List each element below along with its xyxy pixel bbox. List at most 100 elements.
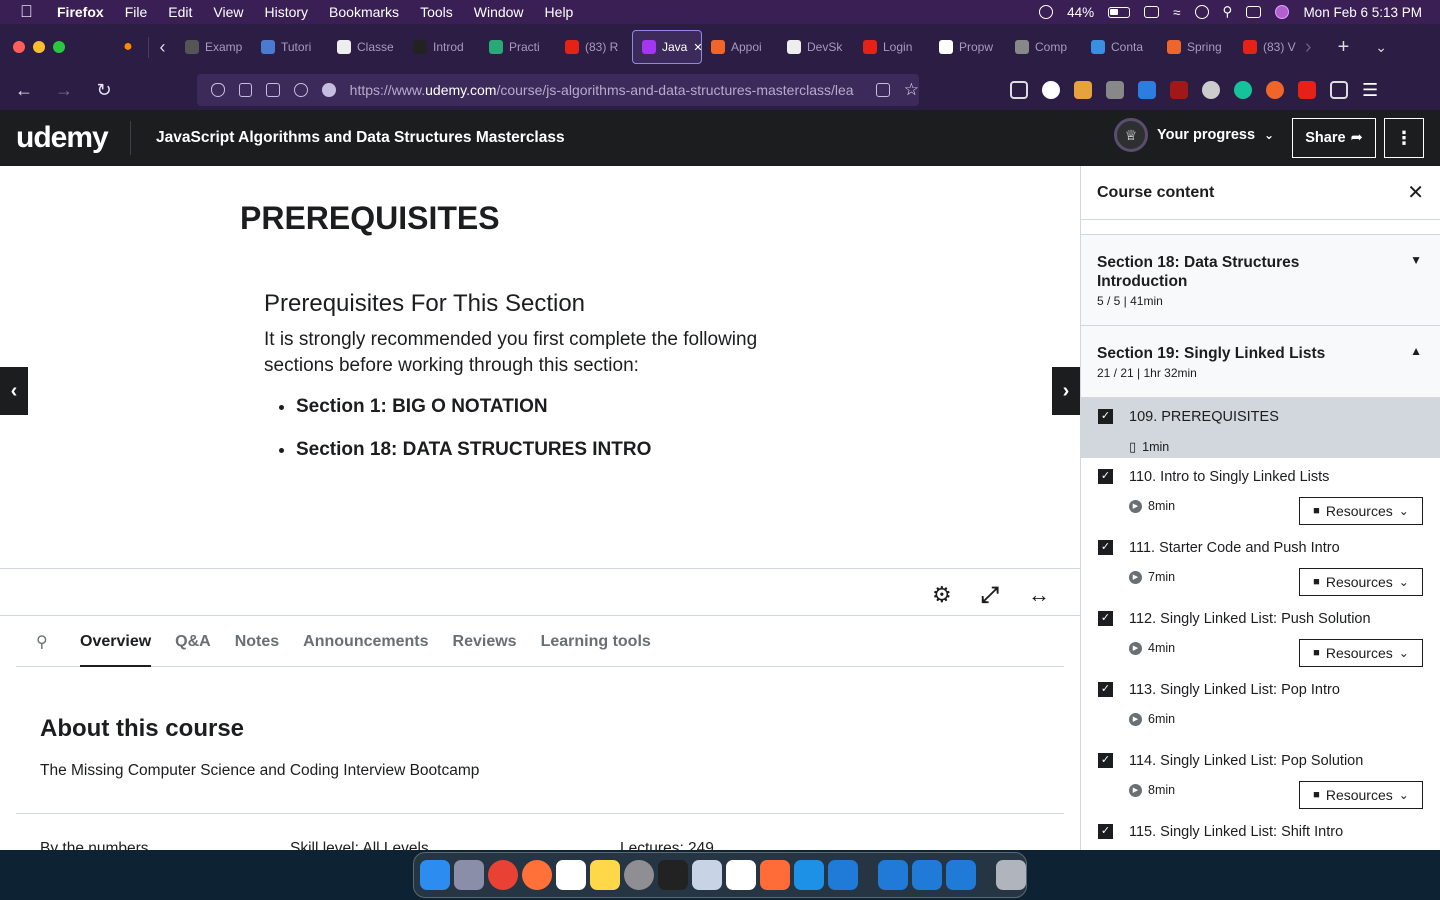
calendar-icon[interactable] (556, 860, 586, 890)
search-icon[interactable]: ⚲ (16, 632, 56, 652)
close-icon[interactable]: ✕ (1407, 180, 1424, 205)
pocket-icon[interactable] (1010, 81, 1028, 99)
tab-overview[interactable]: Overview (80, 617, 152, 667)
menu-clock[interactable]: Mon Feb 6 5:13 PM (1303, 5, 1422, 20)
tab-scroll-left-icon[interactable]: ‹ (148, 36, 176, 58)
notes-icon[interactable] (590, 860, 620, 890)
vscode-icon[interactable] (828, 860, 858, 890)
tab-announcements[interactable]: Announcements (303, 617, 428, 667)
lecture-item[interactable]: ✓ 114. Singly Linked List: Pop Solution ▶ 8… (1081, 742, 1440, 813)
browser-tab[interactable]: Propw (930, 30, 1006, 64)
menu-app-name[interactable]: Firefox (57, 4, 104, 20)
menu-history[interactable]: History (264, 4, 308, 20)
completed-checkbox[interactable]: ✓ (1098, 824, 1113, 839)
browser-tab[interactable]: Appoi (702, 30, 778, 64)
menu-edit[interactable]: Edit (168, 4, 192, 20)
list-all-tabs-icon[interactable]: ⌄ (1375, 39, 1387, 56)
siri-icon[interactable] (1275, 5, 1290, 19)
settings-gear-icon[interactable]: ⚙ (932, 582, 952, 608)
browser-tab[interactable]: (83) R (556, 30, 632, 64)
close-tab-icon[interactable]: ✕ (693, 41, 701, 54)
extension-ublock-icon[interactable] (1170, 81, 1188, 99)
back-icon[interactable]: ← (4, 80, 44, 101)
tab-active[interactable]: Java ✕ (632, 30, 702, 64)
minimize-window-button[interactable] (33, 41, 45, 53)
browser-tab[interactable]: Login (854, 30, 930, 64)
menu-file[interactable]: File (125, 4, 148, 20)
mongodb-icon[interactable] (726, 860, 756, 890)
extension-bulb-icon[interactable] (1202, 81, 1220, 99)
forward-icon[interactable]: → (44, 80, 84, 101)
system-settings-icon[interactable] (624, 860, 654, 890)
expand-width-icon[interactable]: ↔ (1028, 582, 1050, 608)
browser-tab[interactable]: Practi (480, 30, 556, 64)
extension-2-icon[interactable] (1138, 81, 1156, 99)
vscode-window-icon[interactable] (946, 860, 976, 890)
lecture-item[interactable]: ✓ 111. Starter Code and Push Intro ▶ 7min ■ R… (1081, 529, 1440, 600)
url-text[interactable]: https://www.udemy.com/course/js-algorith… (350, 82, 868, 98)
extension-e-icon[interactable] (1042, 81, 1060, 99)
resources-dropdown[interactable]: ■ Resources ⌄ (1299, 497, 1423, 525)
menu-window[interactable]: Window (474, 4, 524, 20)
browser-tab[interactable]: (83) V (1234, 30, 1310, 64)
reload-icon[interactable]: ↻ (84, 80, 124, 101)
completed-checkbox[interactable]: ✓ (1098, 409, 1113, 424)
tab-scroll-right-icon[interactable]: › (1305, 36, 1312, 59)
display-icon[interactable] (1144, 6, 1160, 18)
completed-checkbox[interactable]: ✓ (1098, 469, 1113, 484)
address-bar[interactable]: https://www.udemy.com/course/js-algorith… (197, 74, 919, 106)
zoom-window-button[interactable] (53, 41, 65, 53)
completed-checkbox[interactable]: ✓ (1098, 611, 1113, 626)
hamburger-menu-icon[interactable]: ☰ (1362, 80, 1378, 101)
menu-tools[interactable]: Tools (420, 4, 453, 20)
finder-icon[interactable] (420, 860, 450, 890)
apple-icon[interactable]:  (20, 2, 36, 22)
reader-view-icon[interactable] (876, 83, 890, 97)
vscode-window-icon[interactable] (912, 860, 942, 890)
user-icon[interactable] (1194, 5, 1209, 19)
next-lecture-button[interactable]: › (1052, 367, 1080, 415)
firefox-view-icon[interactable]: ● (108, 38, 148, 56)
browser-tab[interactable]: Examp (176, 30, 252, 64)
link-icon[interactable] (321, 83, 336, 97)
browser-tab[interactable]: Spring (1158, 30, 1234, 64)
menu-view[interactable]: View (213, 4, 243, 20)
resources-dropdown[interactable]: ■ Resources ⌄ (1299, 568, 1423, 596)
extension-red-icon[interactable] (1298, 81, 1316, 99)
menu-bookmarks[interactable]: Bookmarks (329, 4, 399, 20)
section-header[interactable]: Section 18: Data Structures Introduction… (1081, 234, 1440, 326)
browser-tab[interactable]: Tutori (252, 30, 328, 64)
menu-help[interactable]: Help (545, 4, 574, 20)
battery-icon[interactable] (1108, 6, 1131, 18)
lecture-item[interactable]: ✓ 113. Singly Linked List: Pop Intro ▶ 6min (1081, 671, 1440, 742)
grammarly-icon[interactable] (1234, 81, 1252, 99)
more-options-button[interactable]: ⋮ (1384, 118, 1424, 158)
completed-checkbox[interactable]: ✓ (1098, 540, 1113, 555)
chrome-icon[interactable] (488, 860, 518, 890)
previous-lecture-button[interactable]: ‹ (0, 367, 28, 415)
vscode-window-icon[interactable] (878, 860, 908, 890)
browser-tab[interactable]: Introd (404, 30, 480, 64)
play-status-icon[interactable] (1039, 5, 1054, 19)
lecture-item[interactable]: ✓ 110. Intro to Singly Linked Lists ▶ 8min ■… (1081, 458, 1440, 529)
trash-icon[interactable] (996, 860, 1026, 890)
lecture-item[interactable]: ✓ 112. Singly Linked List: Push Solution ▶… (1081, 600, 1440, 671)
udemy-logo[interactable]: udemy (0, 121, 131, 155)
lecture-item[interactable]: ✓ 109. PREREQUISITES ▯ 1min (1081, 398, 1440, 458)
camera-blocked-icon[interactable] (294, 83, 308, 97)
tab-learning-tools[interactable]: Learning tools (541, 617, 651, 667)
control-center-icon[interactable] (1246, 6, 1262, 18)
browser-tab[interactable]: DevSk (778, 30, 854, 64)
firefox-icon[interactable] (522, 860, 552, 890)
tab-qa[interactable]: Q&A (175, 617, 211, 667)
fullscreen-icon[interactable]: ⤢ (981, 582, 999, 608)
permissions-icon[interactable] (266, 83, 281, 97)
postman-icon[interactable] (760, 860, 790, 890)
lock-icon[interactable] (238, 83, 253, 97)
progress-button[interactable]: ♕ Your progress ⌄ (1114, 118, 1274, 152)
terminal-icon[interactable] (658, 860, 688, 890)
spotlight-icon[interactable]: ⚲ (1223, 4, 1233, 20)
preview-icon[interactable] (692, 860, 722, 890)
extension-orange-icon[interactable] (1266, 81, 1284, 99)
extension-dev-icon[interactable] (1074, 81, 1092, 99)
